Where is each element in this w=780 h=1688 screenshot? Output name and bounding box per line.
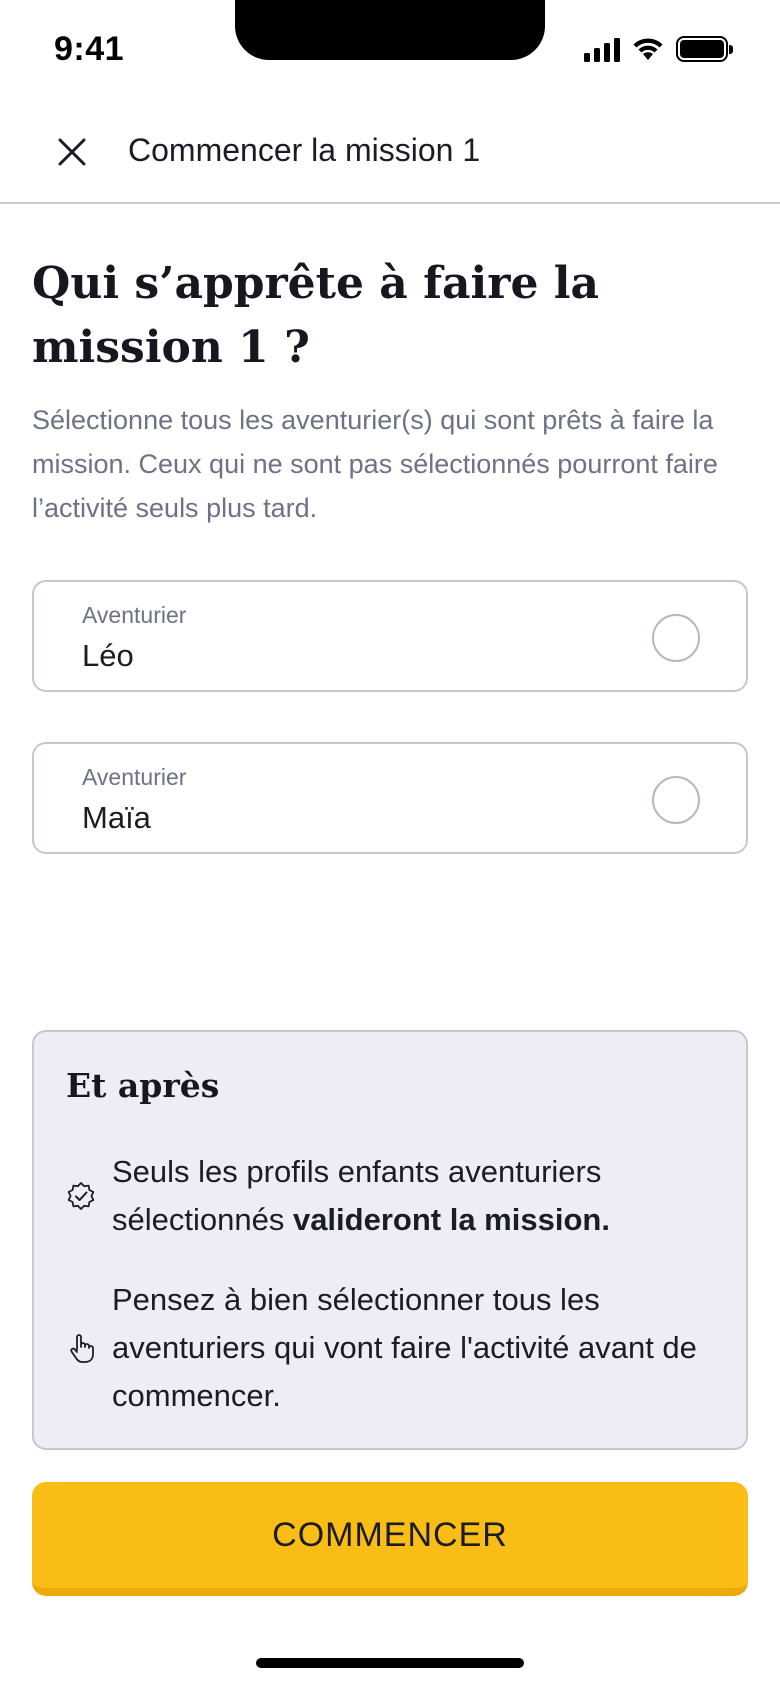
info-title: Et après [66,1066,220,1105]
adventurer-name: Léo [82,638,134,673]
adventurer-label: Aventurier [82,602,187,628]
info-item-selection: Pensez à bien sélectionner tous les aven… [66,1276,726,1420]
info-box: Et après Seuls les profils enfants avent… [32,1030,748,1450]
status-icons [584,36,733,62]
status-time: 9:41 [54,30,125,68]
adventurer-option-leo[interactable]: Aventurier Léo [32,580,748,692]
adventurer-label: Aventurier [82,764,187,790]
start-button-label: COMMENCER [272,1515,508,1554]
start-button[interactable]: COMMENCER [32,1482,748,1596]
info-text-validation: Seuls les profils enfants aventuriers sé… [112,1154,610,1237]
close-icon [58,138,86,166]
status-bar: 9:41 [0,0,780,100]
home-indicator [256,1658,524,1668]
device-notch [235,0,545,60]
close-button[interactable] [46,126,98,178]
info-text-selection: Pensez à bien sélectionner tous les aven… [112,1282,697,1413]
adventurer-radio[interactable] [652,776,700,824]
wifi-icon [633,38,663,60]
nav-title: Commencer la mission 1 [128,132,481,168]
page-description: Sélectionne tous les aventurier(s) qui s… [32,405,718,523]
adventurer-option-maia[interactable]: Aventurier Maïa [32,742,748,854]
info-item-validation: Seuls les profils enfants aventuriers sé… [66,1148,726,1244]
hand-pointer-icon [66,1333,96,1363]
battery-icon [676,36,733,62]
cellular-signal-icon [584,36,620,62]
adventurer-name: Maïa [82,800,151,835]
nav-bar: Commencer la mission 1 [0,100,780,204]
page-title: Qui s’apprête à faire la mission 1 ? [32,258,599,373]
verified-badge-icon [66,1181,96,1211]
adventurer-radio[interactable] [652,614,700,662]
